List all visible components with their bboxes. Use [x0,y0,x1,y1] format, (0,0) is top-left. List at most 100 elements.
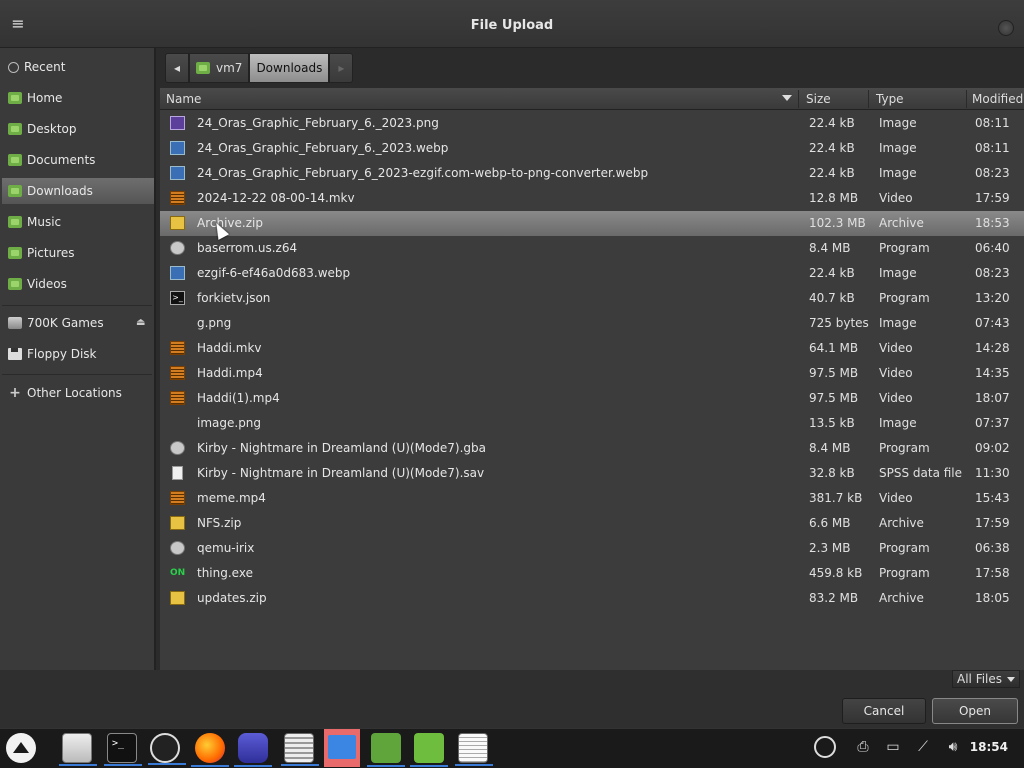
file-row[interactable]: updates.zip 83.2 MB Archive 18:05 [160,586,1024,611]
file-name: updates.zip [197,591,267,605]
file-row[interactable]: Kirby - Nightmare in Dreamland (U)(Mode7… [160,461,1024,486]
path-bar: ◂ vm7 Downloads ▸ [165,53,354,83]
sidebar-item-label: Other Locations [27,386,122,400]
file-type: Archive [879,516,924,530]
file-type: Video [879,341,913,355]
sidebar-item-desktop[interactable]: Desktop [2,116,154,142]
network-icon[interactable]: ⟋ [912,736,934,758]
file-type: Image [879,266,917,280]
sidebar-item-700k-games[interactable]: 700K Games ⏏ [2,310,154,336]
terminal-icon[interactable]: >_ [104,733,142,766]
file-modified: 17:59 [975,516,1010,530]
path-segment-current[interactable]: Downloads [249,53,330,83]
sidebar-item-label: Videos [27,277,67,291]
archive-file-icon [170,591,185,605]
open-button[interactable]: Open [932,698,1018,724]
sidebar-item-downloads[interactable]: Downloads [2,178,154,204]
file-size: 6.6 MB [809,516,851,530]
file-type: Program [879,566,930,580]
file-row[interactable]: 24_Oras_Graphic_February_6._2023.webp 22.… [160,136,1024,161]
file-row[interactable]: Haddi(1).mp4 97.5 MB Video 18:07 [160,386,1024,411]
file-size: 83.2 MB [809,591,859,605]
sidebar-item-music[interactable]: Music [2,209,154,235]
file-row[interactable]: image.png 13.5 kB Image 07:37 [160,411,1024,436]
file-modified: 07:43 [975,316,1010,330]
file-row[interactable]: Haddi.mkv 64.1 MB Video 14:28 [160,336,1024,361]
file-size: 97.5 MB [809,366,859,380]
file-size: 459.8 kB [809,566,863,580]
sidebar-item-other-locations[interactable]: + Other Locations [2,380,154,406]
sidebar-item-label: Floppy Disk [27,347,97,361]
path-back-button[interactable]: ◂ [165,53,189,83]
file-size: 64.1 MB [809,341,859,355]
keyboard-icon[interactable]: ▭ [882,736,904,758]
column-divider[interactable] [798,90,799,108]
app-launcher-icon[interactable] [6,733,36,763]
video-file-icon [170,341,185,355]
eject-icon[interactable]: ⏏ [136,318,146,328]
file-row[interactable]: baserrom.us.z64 8.4 MB Program 06:40 [160,236,1024,261]
obs-tray-icon[interactable] [814,736,836,758]
column-header-modified[interactable]: Modified [972,92,1023,106]
sidebar-item-label: Pictures [27,246,75,260]
column-header-type[interactable]: Type [876,92,904,106]
file-size: 8.4 MB [809,241,851,255]
file-row[interactable]: Haddi.mp4 97.5 MB Video 14:35 [160,361,1024,386]
obs-icon[interactable] [148,733,186,765]
sidebar-item-documents[interactable]: Documents [2,147,154,173]
file-row[interactable]: meme.mp4 381.7 kB Video 15:43 [160,486,1024,511]
file-name: 24_Oras_Graphic_February_6._2023.png [197,116,439,130]
path-segment-home[interactable]: vm7 [189,53,250,83]
path-forward-button[interactable]: ▸ [329,53,354,83]
file-row[interactable]: 24_Oras_Graphic_February_6._2023.png 22.4… [160,111,1024,136]
close-button[interactable] [998,20,1014,36]
sidebar-item-recent[interactable]: Recent [2,54,154,80]
file-row[interactable]: ezgif-6-ef46a0d683.webp 22.4 kB Image 08:23 [160,261,1024,286]
text-editor-icon[interactable] [455,733,493,766]
file-modified: 17:59 [975,191,1010,205]
notebook-icon[interactable] [410,733,448,767]
file-manager-icon[interactable] [324,729,360,767]
clock[interactable]: 18:54 [970,740,1008,754]
list-header: Name Size Type Modified [160,88,1024,110]
file-type: Image [879,116,917,130]
firefox-icon[interactable] [191,733,229,767]
floppy-icon [8,348,22,360]
printer-icon[interactable]: ⎙ [852,736,874,758]
program-file-icon [170,541,185,555]
file-type-filter[interactable]: All Files [952,670,1020,688]
column-divider[interactable] [868,90,869,108]
file-cabinet-icon[interactable] [59,733,97,766]
file-row[interactable]: g.png 725 bytes Image 07:43 [160,311,1024,336]
sort-descending-icon [782,95,792,101]
file-row[interactable]: Archive.zip 102.3 MB Archive 18:53 [160,211,1024,236]
file-type: Video [879,191,913,205]
drive-icon [8,317,22,329]
file-size: 12.8 MB [809,191,859,205]
column-header-size[interactable]: Size [806,92,831,106]
window-title: File Upload [470,18,554,33]
cancel-button[interactable]: Cancel [842,698,926,724]
file-row[interactable]: Kirby - Nightmare in Dreamland (U)(Mode7… [160,436,1024,461]
sidebar-item-home[interactable]: Home [2,85,154,111]
volume-icon[interactable]: 🔊︎ [942,736,964,758]
archive-manager-icon[interactable] [281,733,319,766]
sidebar-item-videos[interactable]: Videos [2,271,154,297]
sidebar-item-label: Recent [24,60,66,74]
file-name: qemu-irix [197,541,255,555]
file-row[interactable]: qemu-irix 2.3 MB Program 06:38 [160,536,1024,561]
sidebar-item-floppy-disk[interactable]: Floppy Disk [2,341,154,367]
column-header-name[interactable]: Name [166,92,201,106]
file-row[interactable]: NFS.zip 6.6 MB Archive 17:59 [160,511,1024,536]
file-row[interactable]: 24_Oras_Graphic_February_6_2023-ezgif.co… [160,161,1024,186]
file-size: 13.5 kB [809,416,855,430]
game-emulator-icon[interactable] [234,733,272,767]
folder-icon[interactable] [367,733,405,767]
file-row[interactable]: >_ forkietv.json 40.7 kB Program 13:20 [160,286,1024,311]
column-divider[interactable] [966,90,967,108]
sidebar-item-pictures[interactable]: Pictures [2,240,154,266]
file-type: Video [879,366,913,380]
file-row[interactable]: ON thing.exe 459.8 kB Program 17:58 [160,561,1024,586]
file-name: 24_Oras_Graphic_February_6_2023-ezgif.co… [197,166,649,180]
file-row[interactable]: 2024-12-22 08-00-14.mkv 12.8 MB Video 17:59 [160,186,1024,211]
